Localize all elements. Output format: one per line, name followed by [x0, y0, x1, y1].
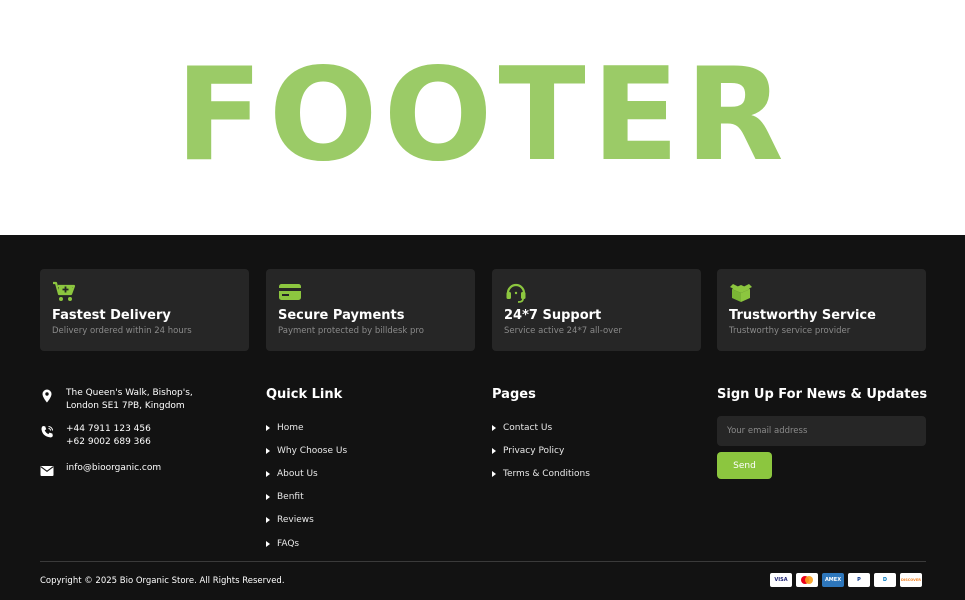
email-input[interactable]	[717, 416, 926, 446]
hero-section: FOOTER	[0, 0, 965, 235]
feature-card-support: 24*7 Support Service active 24*7 all-ove…	[492, 269, 701, 351]
pages-list: Contact Us Privacy Policy Terms & Condit…	[492, 416, 692, 486]
discover-icon: DISCOVER	[900, 573, 922, 587]
contact-phone: +44 7911 123 456 +62 9002 689 366	[40, 423, 151, 449]
contact-email: info@bioorganic.com	[40, 462, 161, 478]
copyright-text: Copyright © 2025 Bio Organic Store. All …	[40, 576, 285, 586]
amex-icon: AMEX	[822, 573, 844, 587]
location-pin-icon	[42, 389, 52, 403]
feature-title: 24*7 Support	[504, 308, 602, 323]
paypal-icon: P	[848, 573, 870, 587]
phone-number-2: +62 9002 689 366	[66, 437, 151, 447]
quick-link-reviews[interactable]: Reviews	[266, 509, 466, 532]
caret-right-icon	[266, 540, 270, 547]
contact-address: The Queen's Walk, Bishop's, London SE1 7…	[40, 387, 193, 413]
caret-right-icon	[266, 470, 270, 477]
send-button[interactable]: Send	[717, 452, 772, 479]
caret-right-icon	[266, 447, 270, 454]
feature-title: Secure Payments	[278, 308, 405, 323]
caret-right-icon	[492, 470, 496, 477]
feature-title: Fastest Delivery	[52, 308, 171, 323]
caret-right-icon	[266, 424, 270, 431]
pages-heading: Pages	[492, 387, 536, 402]
feature-description: Delivery ordered within 24 hours	[52, 326, 192, 336]
credit-card-icon	[279, 284, 301, 300]
quick-links-column: Quick Link Home Why Choose Us About Us B…	[266, 387, 466, 555]
site-footer: Fastest Delivery Delivery ordered within…	[0, 235, 965, 600]
phone-number-1: +44 7911 123 456	[66, 424, 151, 434]
mail-icon	[40, 466, 54, 476]
address-line-2: London SE1 7PB, Kingdom	[66, 401, 185, 411]
quick-link-why-choose-us[interactable]: Why Choose Us	[266, 439, 466, 462]
newsletter-heading: Sign Up For News & Updates	[717, 387, 928, 402]
feature-card-payments: Secure Payments Payment protected by bil…	[266, 269, 475, 351]
contact-column: The Queen's Walk, Bishop's, London SE1 7…	[40, 387, 250, 507]
page-link-contact-us[interactable]: Contact Us	[492, 416, 692, 439]
feature-description: Trustworthy service provider	[729, 326, 851, 336]
cart-plus-icon	[53, 281, 76, 301]
feature-title: Trustworthy Service	[729, 308, 876, 323]
caret-right-icon	[492, 424, 496, 431]
caret-right-icon	[266, 494, 270, 501]
footer-divider	[40, 561, 926, 562]
pages-column: Pages Contact Us Privacy Policy Terms & …	[492, 387, 692, 486]
phone-icon	[41, 426, 53, 438]
quick-links-list: Home Why Choose Us About Us Benfit Revie…	[266, 416, 466, 555]
quick-link-about-us[interactable]: About Us	[266, 462, 466, 485]
quick-links-heading: Quick Link	[266, 387, 343, 402]
diners-icon: D	[874, 573, 896, 587]
quick-link-faqs[interactable]: FAQs	[266, 532, 466, 555]
caret-right-icon	[266, 517, 270, 524]
box-icon	[730, 284, 752, 302]
headset-icon	[506, 283, 526, 303]
feature-cards: Fastest Delivery Delivery ordered within…	[40, 269, 926, 351]
visa-icon: VISA	[770, 573, 792, 587]
page-link-terms[interactable]: Terms & Conditions	[492, 462, 692, 485]
page-link-privacy-policy[interactable]: Privacy Policy	[492, 439, 692, 462]
hero-title: FOOTER	[175, 41, 790, 190]
feature-description: Payment protected by billdesk pro	[278, 326, 424, 336]
address-line-1: The Queen's Walk, Bishop's,	[66, 388, 193, 398]
quick-link-benfit[interactable]: Benfit	[266, 486, 466, 509]
quick-link-home[interactable]: Home	[266, 416, 466, 439]
feature-description: Service active 24*7 all-over	[504, 326, 622, 336]
email-link[interactable]: info@bioorganic.com	[66, 462, 161, 475]
payment-methods: VISA AMEX P D DISCOVER	[770, 573, 922, 587]
feature-card-delivery: Fastest Delivery Delivery ordered within…	[40, 269, 249, 351]
mastercard-icon	[796, 573, 818, 587]
caret-right-icon	[492, 447, 496, 454]
feature-card-trust: Trustworthy Service Trustworthy service …	[717, 269, 926, 351]
